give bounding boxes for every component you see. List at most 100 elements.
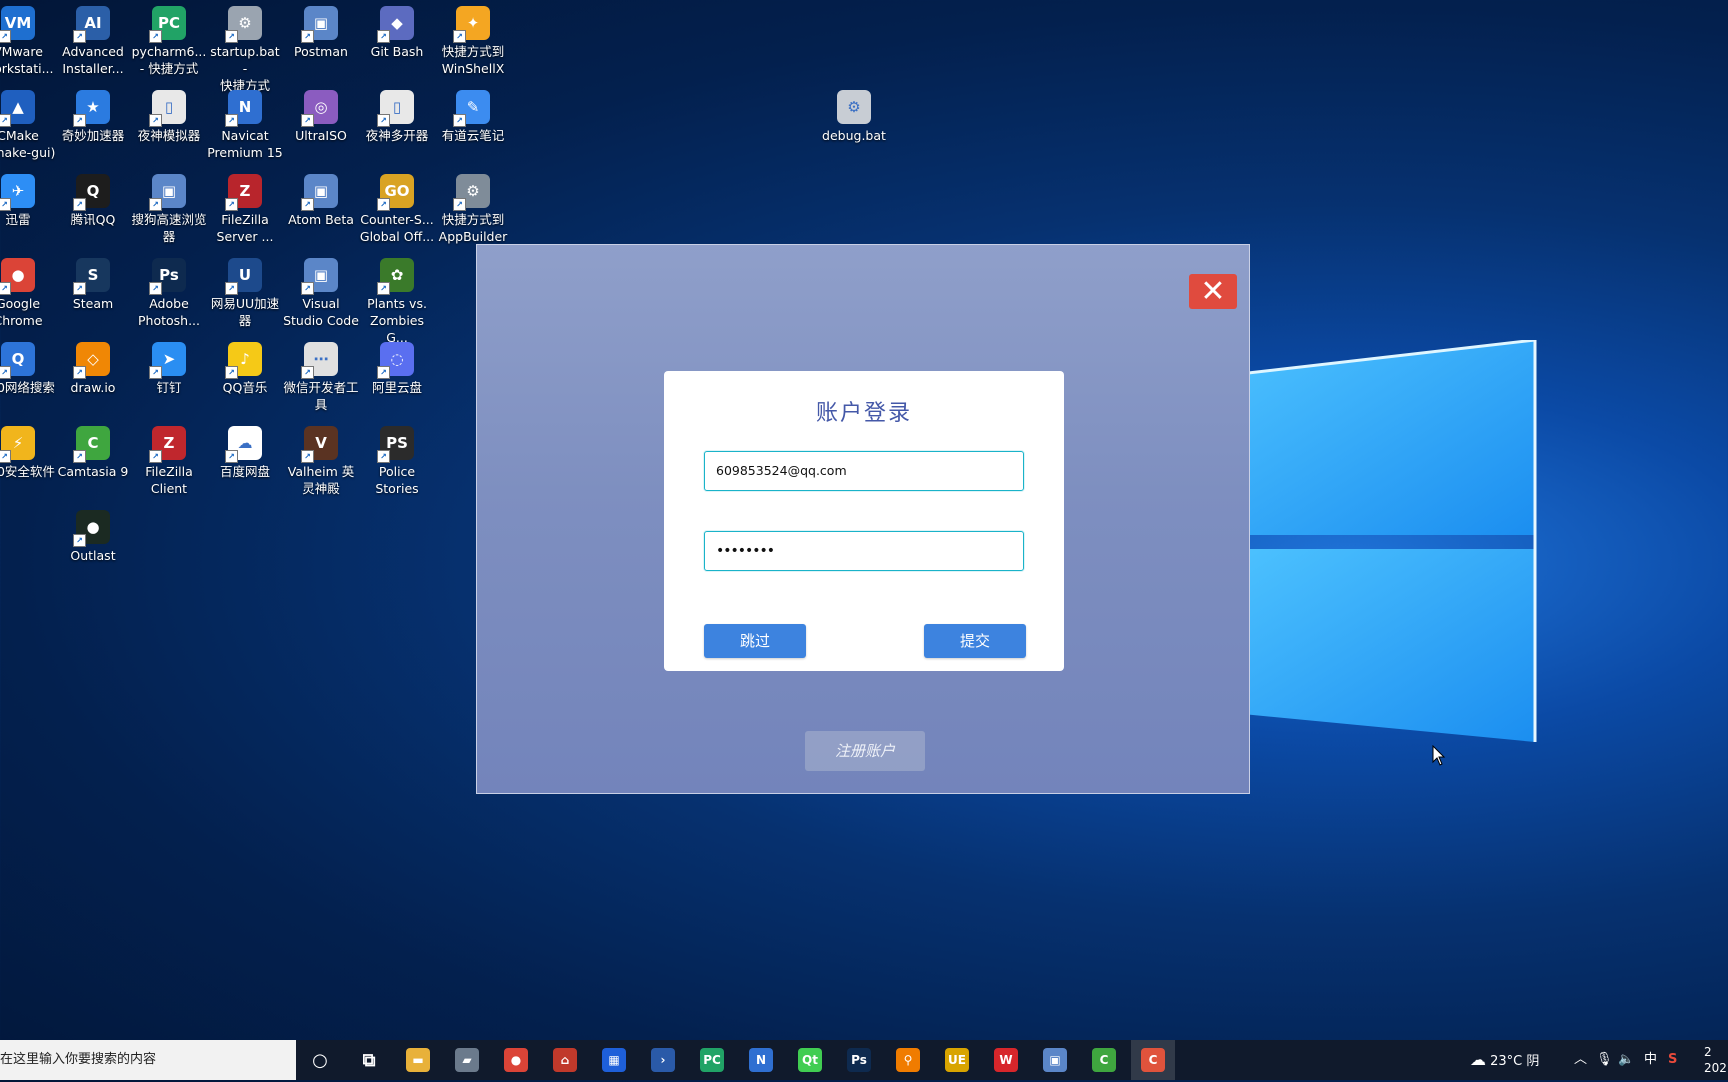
close-button[interactable]: ✕ xyxy=(1189,274,1237,309)
desktop-icon[interactable]: ▲↗CMake (cmake-gui) xyxy=(0,86,56,161)
unreal-icon[interactable]: UE xyxy=(945,1048,969,1072)
app-icon: ✿ ↗ xyxy=(377,258,414,295)
taskbar: 在这里输入你要搜索的内容 ○ ⧉ ▬ ▰ ● ⌂ ▦ › PC N Qt Ps ⚲ UE W ▣ C C ☁ 23… xyxy=(0,1040,1728,1080)
desktop-icon[interactable]: ◌ ↗ 阿里云盘 xyxy=(359,338,435,396)
desktop-icon[interactable]: ●↗Google Chrome xyxy=(0,254,56,329)
desktop-icon[interactable]: GO ↗ Counter-S... Global Off... xyxy=(359,170,435,245)
login-title: 账户登录 xyxy=(815,401,912,426)
chrome-icon[interactable]: ● xyxy=(504,1048,528,1072)
desktop-icon[interactable]: ▯ ↗ 夜神多开器 xyxy=(359,86,435,144)
shortcut-arrow-icon: ↗ xyxy=(73,450,86,463)
desktop-icon[interactable]: ⋯ ↗ 微信开发者工 具 xyxy=(283,338,359,413)
desktop-icon[interactable]: ◇ ↗ draw.io xyxy=(55,338,131,396)
app-icon[interactable]: ▰ xyxy=(455,1048,479,1072)
desktop-icon[interactable]: PS ↗ Police Stories xyxy=(359,422,435,497)
app-icon: ✦ ↗ xyxy=(453,6,490,43)
desktop-icon[interactable]: ⚙ debug.bat xyxy=(816,86,892,144)
desktop-icon-label: 夜神多开器 xyxy=(365,128,429,143)
password-field[interactable]: •••••••• xyxy=(704,531,1024,571)
desktop-icon[interactable]: ♪ ↗ QQ音乐 xyxy=(207,338,283,396)
app-icon: U ↗ xyxy=(225,258,262,295)
desktop-icon[interactable]: Q↗360网络搜索 xyxy=(0,338,56,396)
app-icon: C ↗ xyxy=(73,426,110,463)
taskbar-search-input[interactable]: 在这里输入你要搜索的内容 xyxy=(0,1040,296,1080)
desktop-icon[interactable]: ✈ ↗ 迅雷 xyxy=(0,170,56,228)
desktop-icon[interactable]: ⚙ ↗ 快捷方式到 AppBuilder xyxy=(435,170,511,245)
powershell-icon[interactable]: › xyxy=(651,1048,675,1072)
desktop-icon-label: 搜狗高速浏览 器 xyxy=(131,212,207,244)
desktop-icon[interactable]: ● ↗ Outlast xyxy=(55,506,131,564)
desktop-icon[interactable]: V ↗ Valheim 英 灵神殿 xyxy=(283,422,359,497)
desktop-icon[interactable]: ★ ↗ 奇妙加速器 xyxy=(55,86,131,144)
shortcut-arrow-icon: ↗ xyxy=(377,114,390,127)
desktop-icon[interactable]: ◎ ↗ UltraISO xyxy=(283,86,359,144)
desktop-icon[interactable]: ✦ ↗ 快捷方式到 WinShellX xyxy=(435,2,511,77)
pycharm-icon[interactable]: PC xyxy=(700,1048,724,1072)
desktop-icon[interactable]: S ↗ Steam xyxy=(55,254,131,312)
app-icon: ⚙ ↗ xyxy=(225,6,262,43)
sogou-ime-icon[interactable]: S xyxy=(1668,1040,1677,1080)
desktop-icon[interactable]: ◆ ↗ Git Bash xyxy=(359,2,435,60)
register-account-button[interactable]: 注册账户 xyxy=(805,731,925,771)
search-tool-icon[interactable]: ⚲ xyxy=(896,1048,920,1072)
task-view-icon[interactable]: ⧉ xyxy=(357,1048,381,1072)
clock[interactable]: 2 202 xyxy=(1704,1044,1727,1076)
navicat-icon[interactable]: N xyxy=(749,1048,773,1072)
desktop-icon[interactable]: VM↗VMware Workstati... xyxy=(0,2,56,77)
desktop-icon[interactable]: ▣ ↗ 搜狗高速浏览 器 xyxy=(131,170,207,245)
desktop-icon[interactable]: Z ↗ FileZilla Client xyxy=(131,422,207,497)
app-icon: ✈ ↗ xyxy=(0,174,35,211)
app-icon: ▣ ↗ xyxy=(301,174,338,211)
desktop-icon[interactable]: AI ↗ Advanced Installer... xyxy=(55,2,131,77)
show-hidden-icons-icon[interactable]: ︿ xyxy=(1574,1040,1587,1080)
app-icon: ▯ ↗ xyxy=(149,90,186,127)
desktop-icon-label: Navicat Premium 15 xyxy=(207,128,283,160)
app-icon: Z ↗ xyxy=(149,426,186,463)
camtasia-icon[interactable]: C xyxy=(1092,1048,1116,1072)
desktop-icon[interactable]: C ↗ Camtasia 9 xyxy=(55,422,131,480)
desktop-icon[interactable]: ▣ ↗ Postman xyxy=(283,2,359,60)
desktop-icon[interactable]: ▯ ↗ 夜神模拟器 xyxy=(131,86,207,144)
desktop-icon[interactable]: ➤ ↗ 钉钉 xyxy=(131,338,207,396)
desktop-icon[interactable]: ✿ ↗ Plants vs. Zombies G... xyxy=(359,254,435,346)
qt-icon[interactable]: Qt xyxy=(798,1048,822,1072)
desktop-icon[interactable]: ⚙ ↗ startup.bat - 快捷方式 xyxy=(207,2,283,94)
network-app-icon[interactable]: ⌂ xyxy=(553,1048,577,1072)
shortcut-arrow-icon: ↗ xyxy=(73,534,86,547)
desktop-icon[interactable]: PC ↗ pycharm6... - 快捷方式 xyxy=(131,2,207,77)
submit-button[interactable]: 提交 xyxy=(924,624,1026,658)
remote-desktop-icon[interactable]: ▣ xyxy=(1043,1048,1067,1072)
wps-icon[interactable]: W xyxy=(994,1048,1018,1072)
desktop-icon[interactable]: U ↗ 网易UU加速 器 xyxy=(207,254,283,329)
desktop-icon[interactable]: ☁ ↗ 百度网盘 xyxy=(207,422,283,480)
app-icon: ▣ ↗ xyxy=(301,258,338,295)
desktop-icon[interactable]: ▣ ↗ Atom Beta xyxy=(283,170,359,228)
shortcut-arrow-icon: ↗ xyxy=(301,366,314,379)
volume-icon[interactable]: 🔈 xyxy=(1618,1040,1634,1080)
app-icon: ◆ ↗ xyxy=(377,6,414,43)
shortcut-arrow-icon: ↗ xyxy=(225,366,238,379)
shortcut-arrow-icon: ↗ xyxy=(377,450,390,463)
desktop-icon[interactable]: Q ↗ 腾讯QQ xyxy=(55,170,131,228)
app-icon: ⚡ ↗ xyxy=(0,426,35,463)
desktop-icon[interactable]: ✎ ↗ 有道云笔记 xyxy=(435,86,511,144)
camtasia-recorder-icon[interactable]: C xyxy=(1141,1048,1165,1072)
desktop-icon[interactable]: Z ↗ FileZilla Server ... xyxy=(207,170,283,245)
skip-button[interactable]: 跳过 xyxy=(704,624,806,658)
desktop-icon[interactable]: Ps ↗ Adobe Photosh... xyxy=(131,254,207,329)
cortana-icon[interactable]: ○ xyxy=(308,1048,332,1072)
desktop-icon[interactable]: ▣ ↗ Visual Studio Code xyxy=(283,254,359,329)
weather-widget[interactable]: ☁ 23°C 阴 xyxy=(1470,1040,1539,1082)
ime-indicator[interactable]: 中 xyxy=(1644,1040,1657,1080)
visual-studio-icon[interactable]: ▦ xyxy=(602,1048,626,1072)
shortcut-arrow-icon: ↗ xyxy=(73,30,86,43)
microphone-icon[interactable]: 🎙 xyxy=(1596,1040,1613,1080)
email-field[interactable]: 609853524@qq.com xyxy=(704,451,1024,491)
shortcut-arrow-icon: ↗ xyxy=(453,114,466,127)
shortcut-arrow-icon: ↗ xyxy=(0,30,11,43)
desktop-icon-label: 迅雷 xyxy=(5,212,31,227)
desktop-icon[interactable]: ⚡↗360安全软件 xyxy=(0,422,56,480)
file-explorer-icon[interactable]: ▬ xyxy=(406,1048,430,1072)
photoshop-icon[interactable]: Ps xyxy=(847,1048,871,1072)
desktop-icon[interactable]: N ↗ Navicat Premium 15 xyxy=(207,86,283,161)
